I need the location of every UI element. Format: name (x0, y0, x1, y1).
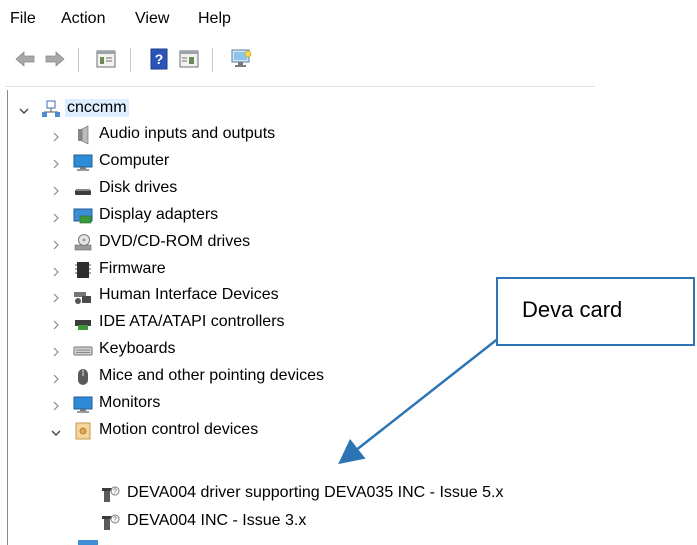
chevron-right-icon[interactable] (50, 212, 62, 224)
device-label: DEVA004 INC - Issue 3.x (127, 512, 307, 529)
tree-category-row[interactable]: Display adapters (40, 204, 400, 230)
svg-text:?: ? (113, 517, 117, 524)
menu-action[interactable]: Action (61, 10, 105, 28)
tree-category-row[interactable]: DVD/CD-ROM drives (40, 231, 400, 257)
tree-category-label: DVD/CD-ROM drives (99, 233, 251, 250)
device-label: DEVA004 driver supporting DEVA035 INC - … (127, 484, 504, 501)
tree-category-label: Human Interface Devices (99, 286, 279, 303)
tree-root-label: cnccmm (65, 99, 129, 117)
update-driver-icon[interactable] (178, 48, 200, 70)
chevron-right-icon[interactable] (50, 266, 62, 278)
unknown-device-icon: ? (102, 514, 120, 530)
partial-next-row-icon (78, 540, 98, 545)
tree-category-row[interactable]: Computer (40, 150, 400, 176)
tree-category-row[interactable]: Monitors (40, 392, 400, 418)
tree-category-row[interactable]: IDE ATA/ATAPI controllers (40, 311, 400, 337)
properties-icon[interactable] (95, 48, 117, 70)
disk-drive-icon (75, 189, 91, 195)
tree-category-label: IDE ATA/ATAPI controllers (99, 313, 285, 330)
tree-category-label: Monitors (99, 394, 161, 411)
chevron-down-icon[interactable] (50, 427, 62, 439)
ide-controller-icon (75, 320, 91, 330)
tree-category-label: Computer (99, 152, 170, 169)
chevron-right-icon[interactable] (50, 239, 62, 251)
tree-category-row[interactable]: Keyboards (40, 338, 400, 364)
device-row[interactable]: ? DEVA004 driver supporting DEVA035 INC … (100, 482, 520, 508)
chevron-right-icon[interactable] (50, 373, 62, 385)
toolbar: ? (0, 44, 600, 76)
toolbar-divider (5, 86, 595, 87)
hid-icon (74, 292, 91, 304)
tree-category-label: Display adapters (99, 206, 219, 223)
tree-root-row[interactable]: cnccmm (10, 97, 170, 123)
tree-category-label: Audio inputs and outputs (99, 125, 276, 142)
chevron-right-icon[interactable] (50, 346, 62, 358)
svg-text:?: ? (113, 489, 117, 496)
dvd-drive-icon (74, 234, 92, 251)
menu-bar: File Action View Help (0, 0, 697, 40)
chevron-right-icon[interactable] (50, 158, 62, 170)
tree-category-label: Keyboards (99, 340, 176, 357)
menu-help[interactable]: Help (198, 10, 231, 28)
help-icon[interactable]: ? (148, 48, 170, 70)
chevron-right-icon[interactable] (50, 292, 62, 304)
tree-category-row[interactable]: Audio inputs and outputs (40, 123, 400, 149)
tree-category-label: Firmware (99, 260, 166, 277)
toolbar-separator (212, 48, 213, 72)
tree-category-row[interactable]: Disk drives (40, 177, 400, 203)
forward-arrow-icon[interactable] (44, 48, 66, 70)
tree-category-row[interactable]: Human Interface Devices (40, 284, 400, 310)
tree-category-label: Disk drives (99, 179, 178, 196)
monitor-icon (73, 154, 93, 171)
motion-control-icon (75, 422, 91, 440)
unknown-device-icon: ? (102, 486, 120, 502)
chevron-down-icon[interactable] (18, 105, 30, 117)
tree-pane-border (7, 90, 8, 545)
display-adapter-icon (73, 208, 93, 224)
tree-category-row[interactable]: Motion control devices (40, 419, 400, 445)
monitor-icon (73, 396, 93, 413)
chevron-right-icon[interactable] (50, 185, 62, 197)
toolbar-separator (130, 48, 131, 72)
computer-network-icon (42, 100, 60, 117)
chevron-right-icon[interactable] (50, 319, 62, 331)
chevron-right-icon[interactable] (50, 131, 62, 143)
tree-category-label: Motion control devices (99, 421, 259, 438)
chevron-right-icon[interactable] (50, 400, 62, 412)
menu-file[interactable]: File (10, 10, 36, 28)
speaker-icon (78, 125, 89, 145)
toolbar-separator (78, 48, 79, 72)
keyboard-icon (73, 346, 93, 356)
svg-text:?: ? (155, 51, 164, 67)
tree-category-label: Mice and other pointing devices (99, 367, 325, 384)
callout-text: Deva card (522, 297, 623, 322)
tree-category-row[interactable]: Mice and other pointing devices (40, 365, 400, 391)
mouse-icon (78, 369, 88, 385)
device-row[interactable]: ? DEVA004 INC - Issue 3.x (100, 510, 400, 536)
back-arrow-icon[interactable] (14, 48, 36, 70)
scan-hardware-icon[interactable] (230, 48, 252, 70)
menu-view[interactable]: View (135, 10, 169, 28)
annotation-callout: Deva card (496, 277, 695, 346)
tree-category-row[interactable]: Firmware (40, 258, 400, 284)
firmware-icon (75, 262, 91, 278)
